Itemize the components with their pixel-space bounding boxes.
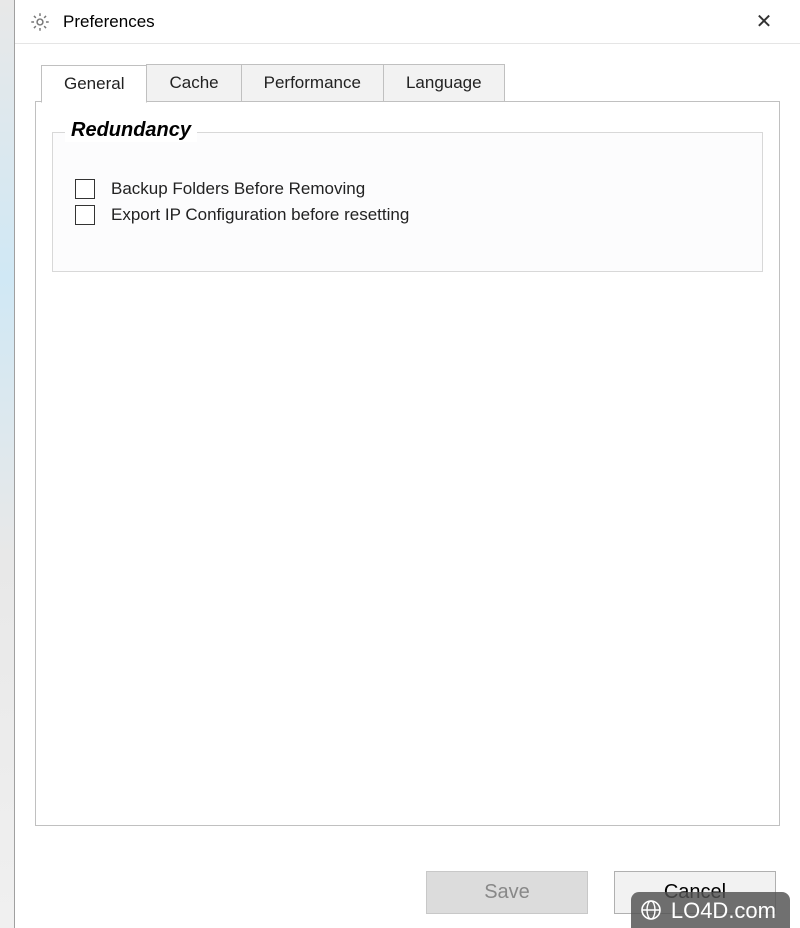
- tab-label: Language: [406, 73, 482, 92]
- tab-general[interactable]: General: [41, 65, 147, 103]
- checkbox-backup-folders[interactable]: Backup Folders Before Removing: [75, 179, 742, 199]
- tab-label: General: [64, 74, 124, 93]
- tab-label: Performance: [264, 73, 361, 92]
- content-area: General Cache Performance Language Redun…: [15, 44, 800, 928]
- checkbox-export-ip[interactable]: Export IP Configuration before resetting: [75, 205, 742, 225]
- checkbox-box[interactable]: [75, 205, 95, 225]
- tab-performance[interactable]: Performance: [241, 64, 384, 101]
- close-button[interactable]: ✕: [742, 9, 786, 34]
- preferences-window: Preferences ✕ General Cache Performance …: [14, 0, 800, 928]
- tab-cache[interactable]: Cache: [146, 64, 241, 101]
- tab-strip: General Cache Performance Language: [41, 64, 780, 101]
- gear-icon: [29, 11, 51, 33]
- tab-panel-general: Redundancy Backup Folders Before Removin…: [35, 101, 780, 826]
- save-button: Save: [426, 871, 588, 914]
- window-title: Preferences: [63, 12, 742, 32]
- titlebar: Preferences ✕: [15, 0, 800, 44]
- watermark-text: LO4D.com: [671, 898, 776, 924]
- button-label: Save: [484, 881, 530, 903]
- tab-language[interactable]: Language: [383, 64, 505, 101]
- globe-icon: [639, 898, 663, 922]
- tab-label: Cache: [169, 73, 218, 92]
- checkbox-label: Export IP Configuration before resetting: [111, 205, 409, 225]
- checkbox-box[interactable]: [75, 179, 95, 199]
- group-redundancy: Redundancy Backup Folders Before Removin…: [52, 132, 763, 272]
- watermark: LO4D.com: [631, 892, 790, 928]
- checkbox-label: Backup Folders Before Removing: [111, 179, 365, 199]
- group-title: Redundancy: [65, 119, 197, 142]
